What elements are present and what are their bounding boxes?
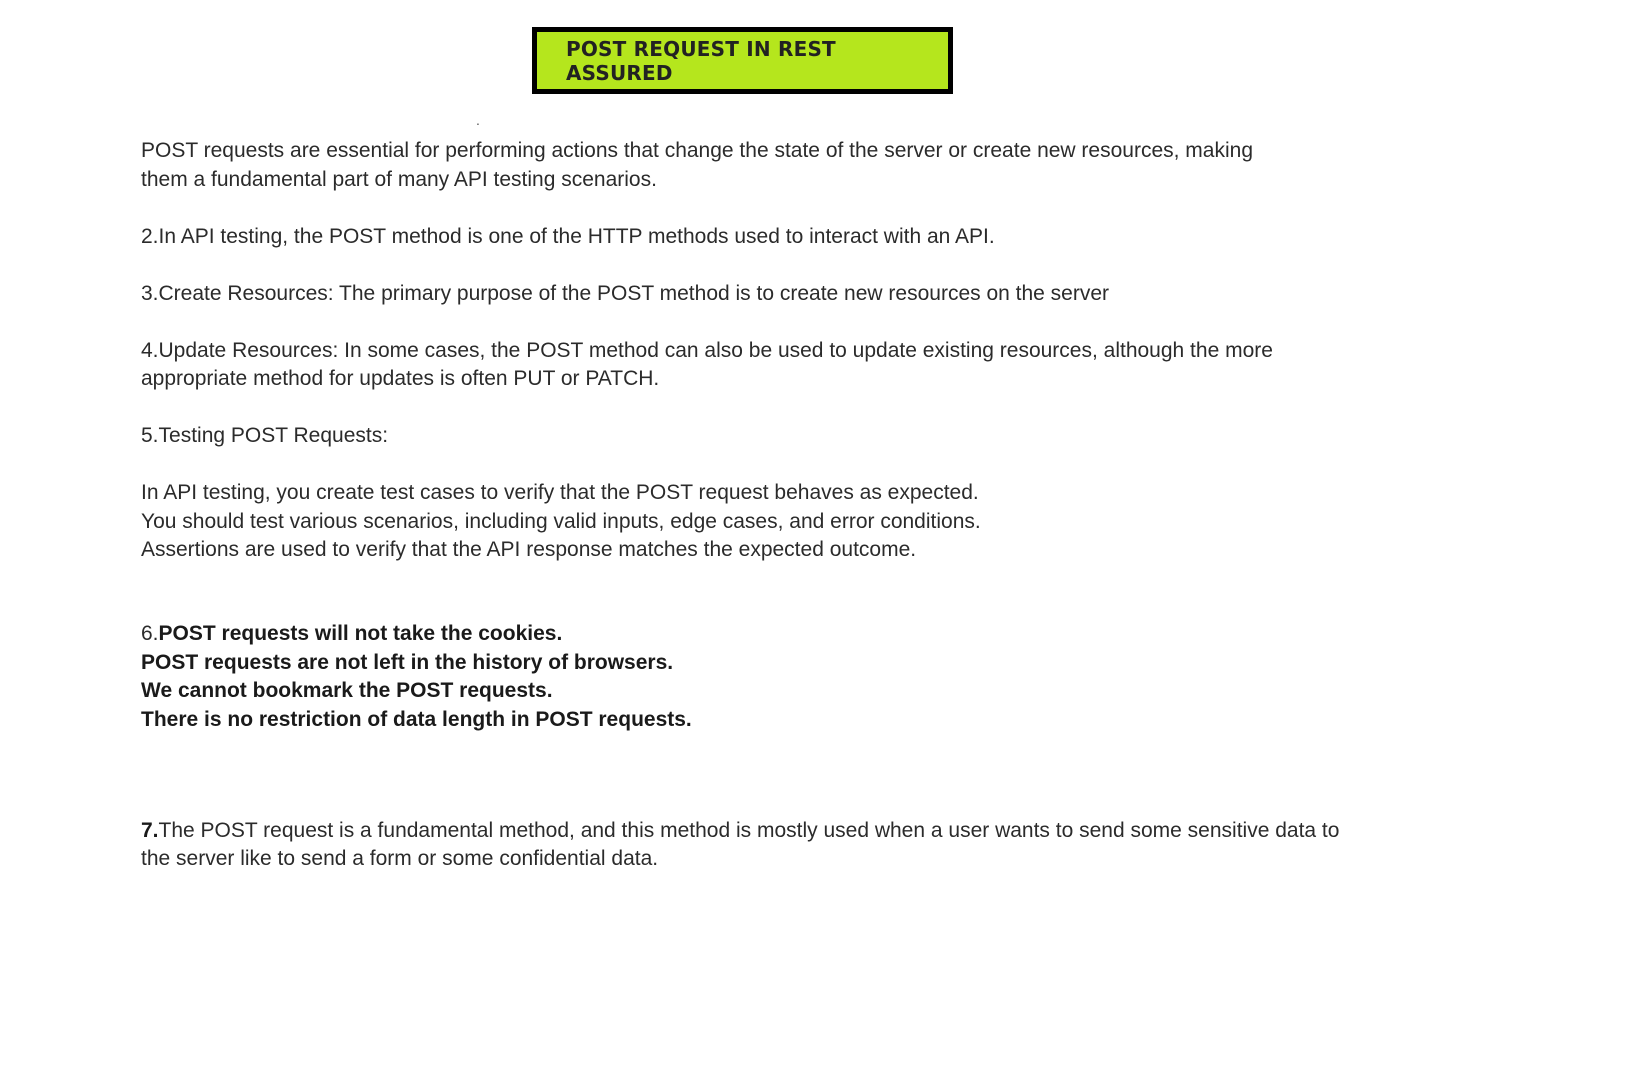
paragraph-text: The POST request is a fundamental method… [158,818,1340,842]
paragraph-line: 6.POST requests will not take the cookie… [141,620,1381,649]
paragraph-line: the server like to send a form or some c… [141,847,659,870]
paragraph-line: 5.Testing POST Requests: [141,424,389,447]
paragraph-line: them a fundamental part of many API test… [141,167,657,191]
paragraph-2: 2.In API testing, the POST method is one… [141,223,1381,252]
bold-text: POST requests will not take the cookies. [158,622,563,645]
paragraph-line: 3.Create Resources: The primary purpose … [141,281,1110,305]
paragraph-6: In API testing, you create test cases to… [141,479,1381,565]
paragraph-line: appropriate method for updates is often … [141,367,660,390]
paragraph-3: 3.Create Resources: The primary purpose … [141,280,1381,309]
page-title: POST REQUEST IN REST ASSURED [566,36,836,85]
document-body: POST requests are essential for performi… [141,137,1381,902]
paragraph-line: Assertions are used to verify that the A… [141,538,917,561]
paragraph-line: POST requests are essential for performi… [141,139,1254,162]
paragraph-line: 4.Update Resources: In some cases, the P… [141,338,1273,362]
paragraph-4: 4.Update Resources: In some cases, the P… [141,337,1381,394]
paragraph-line: We cannot bookmark the POST requests. [141,679,553,702]
paragraph-line: In API testing, you create test cases to… [141,481,979,504]
paragraph-line: You should test various scenarios, inclu… [141,509,981,533]
paragraph-line: 2.In API testing, the POST method is one… [141,224,995,248]
paragraph-8: 7.The POST request is a fundamental meth… [141,817,1381,874]
paragraph-7: 6.POST requests will not take the cookie… [141,620,1381,734]
stray-mark: . [476,112,480,128]
paragraph-line: 7.The POST request is a fundamental meth… [141,817,1381,846]
paragraph-line: POST requests are not left in the histor… [141,650,674,674]
paragraph-5: 5.Testing POST Requests: [141,422,1381,451]
list-number: 7. [141,818,159,842]
title-banner: POST REQUEST IN REST ASSURED [532,27,953,94]
list-number: 6. [141,622,159,645]
paragraph-line: There is no restriction of data length i… [141,707,692,731]
paragraph-intro: POST requests are essential for performi… [141,137,1381,194]
